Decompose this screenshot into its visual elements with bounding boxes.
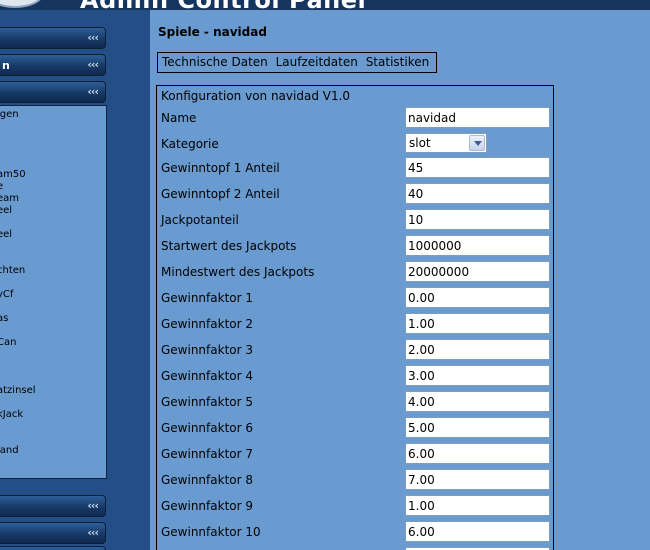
gewinnfaktor-10-input[interactable] (405, 521, 550, 542)
chevron-left-icon: ‹‹‹ (87, 58, 99, 71)
gewinnfaktor-8-input[interactable] (405, 469, 550, 490)
jackpot-start-input[interactable] (405, 235, 550, 256)
field-label: Gewinnfaktor 4 (161, 369, 253, 383)
chevron-left-icon: ‹‹‹ (87, 526, 99, 539)
main-content: Spiele - navidad Technische Daten Laufze… (150, 10, 650, 550)
jackpotanteil-input[interactable] (405, 209, 550, 230)
sidebar-button-1[interactable]: ‹‹‹ (0, 27, 106, 49)
field-label: Gewinnfaktor 3 (161, 343, 253, 357)
sidebar-button-label: n (2, 59, 10, 72)
field-label: Gewinnfaktor 9 (161, 499, 253, 513)
sidebar-list-item[interactable]: igen (0, 109, 19, 120)
field-label: Startwert des Jackpots (161, 239, 297, 253)
gewinntopf-2-input[interactable] (405, 183, 550, 204)
field-label: Gewinnfaktor 1 (161, 291, 253, 305)
tab-technische-daten[interactable]: Technische Daten (162, 55, 268, 69)
sidebar-list-item[interactable]: eel (0, 229, 12, 240)
sidebar-list-item[interactable]: yCf (0, 289, 13, 300)
sidebar-game-list: igen am50 e eam eel eel chten yCf as Can… (0, 105, 107, 479)
tab-laufzeitdaten[interactable]: Laufzeitdaten (276, 55, 358, 69)
field-label: Gewinnfaktor 6 (161, 421, 253, 435)
field-label: Gewinntopf 2 Anteil (161, 187, 280, 201)
field-label: Gewinnfaktor 5 (161, 395, 253, 409)
sidebar-list-item[interactable]: e (0, 181, 3, 192)
sidebar-button-4[interactable]: ‹‹‹ (0, 495, 106, 517)
category-label: Kategorie (161, 137, 219, 151)
sidebar-list-item[interactable]: as (0, 313, 8, 324)
sidebar-list-item[interactable]: eam (0, 193, 19, 204)
jackpot-min-input[interactable] (405, 261, 550, 282)
tab-bar: Technische Daten Laufzeitdaten Statistik… (157, 52, 437, 73)
gewinntopf-1-input[interactable] (405, 157, 550, 178)
category-select[interactable]: slot (405, 133, 487, 153)
chevron-down-icon[interactable] (469, 135, 485, 151)
field-label: Gewinnfaktor 2 (161, 317, 253, 331)
config-form: Konfiguration von navidad V1.0 Name Kate… (156, 85, 554, 550)
field-label: Gewinnfaktor 7 (161, 447, 253, 461)
gewinnfaktor-2-input[interactable] (405, 313, 550, 334)
sidebar-list-item[interactable]: Can (0, 337, 16, 348)
sidebar-list-item[interactable]: eel (0, 205, 12, 216)
gewinnfaktor-7-input[interactable] (405, 443, 550, 464)
field-label: Mindestwert des Jackpots (161, 265, 315, 279)
logo-icon (0, 0, 44, 8)
header-bar: Admin Control Panel (0, 0, 650, 10)
category-selected-value: slot (409, 136, 431, 150)
config-title: Konfiguration von navidad V1.0 (161, 89, 351, 103)
chevron-left-icon: ‹‹‹ (87, 31, 99, 44)
name-label: Name (161, 111, 197, 125)
sidebar-button-3[interactable]: ‹‹‹ (0, 81, 106, 103)
app-title: Admin Control Panel (80, 0, 366, 10)
page-title: Spiele - navidad (158, 25, 267, 39)
gewinnfaktor-9-input[interactable] (405, 495, 550, 516)
chevron-left-icon: ‹‹‹ (87, 499, 99, 512)
gewinnfaktor-6-input[interactable] (405, 417, 550, 438)
sidebar: ‹‹‹ n ‹‹‹ ‹‹‹ igen am50 e eam eel eel ch… (0, 10, 150, 550)
sidebar-button-2[interactable]: n ‹‹‹ (0, 54, 106, 76)
sidebar-list-item[interactable]: chten (0, 265, 25, 276)
sidebar-list-item[interactable]: kJack (0, 409, 23, 420)
sidebar-list-item[interactable]: am50 (0, 169, 26, 180)
sidebar-list-item[interactable]: atzinsel (0, 385, 36, 396)
field-label: Gewinntopf 1 Anteil (161, 161, 280, 175)
tab-statistiken[interactable]: Statistiken (366, 55, 430, 69)
gewinnfaktor-3-input[interactable] (405, 339, 550, 360)
sidebar-button-5[interactable]: ‹‹‹ (0, 522, 106, 544)
sidebar-list-item[interactable]: land (0, 445, 19, 456)
gewinnfaktor-1-input[interactable] (405, 287, 550, 308)
chevron-left-icon: ‹‹‹ (87, 85, 99, 98)
field-label: Gewinnfaktor 10 (161, 525, 261, 539)
name-input[interactable] (405, 107, 550, 128)
gewinnfaktor-4-input[interactable] (405, 365, 550, 386)
gewinnfaktor-5-input[interactable] (405, 391, 550, 412)
field-label: Gewinnfaktor 8 (161, 473, 253, 487)
sidebar-button-6[interactable]: ‹‹‹ (0, 546, 106, 550)
field-label: Jackpotanteil (161, 213, 239, 227)
